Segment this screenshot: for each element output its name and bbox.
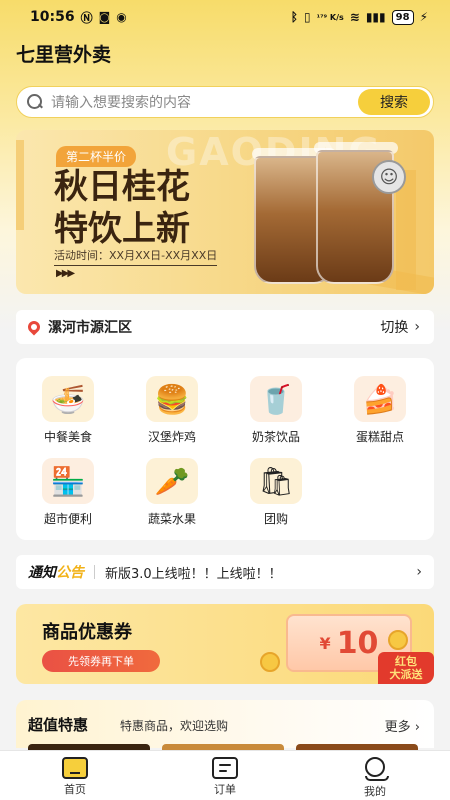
- app-icon-2: ◉: [116, 10, 127, 24]
- home-icon: [62, 757, 88, 779]
- burger-icon: 🍔: [146, 376, 198, 422]
- notice-title-b: 公告: [56, 565, 84, 581]
- tab-orders[interactable]: 订单: [150, 751, 300, 800]
- category-label: 中餐美食: [43, 430, 92, 444]
- banner-title: 秋日桂花 特饮上新: [54, 166, 264, 250]
- category-label: 团购: [263, 512, 288, 526]
- signal-icon: ▮▮▮: [365, 10, 386, 24]
- banner-stripe: [16, 140, 24, 230]
- category-label: 蔬菜水果: [147, 512, 196, 526]
- network-speed: ¹⁷⁹ K/s: [316, 12, 344, 22]
- banner-title-line1: 秋日桂花: [54, 167, 190, 207]
- deals-more-label: 更多: [384, 720, 411, 735]
- cake-icon: 🍰: [354, 376, 406, 422]
- search-icon: [27, 94, 43, 110]
- notice-text: 新版3.0上线啦！！上线啦！！: [105, 566, 282, 582]
- location-pin-icon: [25, 318, 43, 336]
- carrot-icon: 🥕: [146, 458, 198, 504]
- deals-more-link[interactable]: 更多 ›: [385, 716, 420, 735]
- tab-label: 首页: [64, 783, 86, 796]
- category-label: 蛋糕甜点: [355, 430, 404, 444]
- status-bar: 10:56 Ⓝ ◙ ◉ ᛒ ▯ ¹⁷⁹ K/s ≋ ▮▮▮ 98 ⚡: [0, 0, 450, 34]
- noodle-bowl-icon: 🍜: [42, 376, 94, 422]
- banner-tag: 第二杯半价: [56, 146, 137, 167]
- category-label: 奶茶饮品: [251, 430, 300, 444]
- vibrate-icon: ▯: [303, 10, 311, 24]
- special-deals-section: 超值特惠 特惠商品，欢迎选购 更多 ›: [16, 700, 434, 750]
- voucher-currency: ¥: [319, 633, 331, 653]
- tab-label: 我的: [364, 785, 386, 798]
- banner-arrows: ▶▶▶: [56, 268, 75, 279]
- search-input[interactable]: 请输入想要搜索的内容: [51, 92, 358, 112]
- tab-home[interactable]: 首页: [0, 751, 150, 800]
- store-icon: 🏪: [42, 458, 94, 504]
- banner-title-line2: 特饮上新: [54, 209, 190, 249]
- category-grid: 🍜 中餐美食 🍔 汉堡炸鸡 🥤 奶茶饮品 🍰 蛋糕甜点 🏪 超市便利 🥕 蔬菜水…: [16, 358, 434, 540]
- promo-banner[interactable]: GAODING 第二杯半价 秋日桂花 特饮上新 活动时间：XX月XX日-XX月X…: [16, 130, 434, 294]
- profile-icon: [363, 757, 389, 781]
- deals-title: 超值特惠: [28, 716, 89, 734]
- redpack-line2: 大派送: [389, 668, 423, 681]
- search-bar[interactable]: 请输入想要搜索的内容 搜索: [16, 86, 434, 118]
- category-item[interactable]: 🥤 奶茶饮品: [224, 376, 328, 445]
- category-item[interactable]: 🍔 汉堡炸鸡: [120, 376, 224, 445]
- location-bar[interactable]: 漯河市源汇区 切换 ›: [16, 310, 434, 344]
- category-item[interactable]: 🥕 蔬菜水果: [120, 458, 224, 527]
- order-icon: [212, 757, 238, 779]
- notice-divider: [94, 565, 95, 579]
- voucher-amount: 10: [336, 625, 379, 661]
- coin-icon: [260, 652, 280, 672]
- smiley-icon: ☺: [372, 160, 406, 194]
- category-label: 汉堡炸鸡: [147, 430, 196, 444]
- notice-title: 通知公告: [28, 562, 84, 582]
- bluetooth-icon: ᛒ: [290, 10, 298, 24]
- tab-profile[interactable]: 我的: [300, 751, 450, 800]
- coupon-banner[interactable]: 商品优惠券 先领券再下单 ¥ 10 红包 大派送: [16, 604, 434, 684]
- redpack-line1: 红包: [395, 655, 417, 668]
- location-city: 漯河市源汇区: [48, 320, 132, 336]
- wifi-icon: ≋: [349, 10, 360, 24]
- notice-title-a: 通知: [28, 565, 56, 581]
- status-time: 10:56: [30, 9, 75, 25]
- milk-tea-icon: 🥤: [250, 376, 302, 422]
- search-button[interactable]: 搜索: [358, 89, 430, 115]
- shopping-bag-icon: 🛍: [250, 458, 302, 504]
- banner-date: 活动时间：XX月XX日-XX月XX日: [54, 247, 218, 266]
- category-item[interactable]: 🏪 超市便利: [16, 458, 120, 527]
- coupon-title: 商品优惠券: [42, 622, 132, 643]
- tab-label: 订单: [214, 783, 236, 796]
- battery-icon: 98: [391, 9, 414, 25]
- category-label: 超市便利: [43, 512, 92, 526]
- switch-location-button[interactable]: 切换 ›: [380, 317, 420, 337]
- charging-icon: ⚡: [419, 10, 428, 24]
- red-packet-badge: 红包 大派送: [378, 652, 434, 684]
- category-item[interactable]: 🍜 中餐美食: [16, 376, 120, 445]
- switch-label: 切换: [380, 320, 409, 336]
- category-item[interactable]: 🛍 团购: [224, 458, 328, 527]
- app-title: 七里营外卖: [16, 44, 112, 66]
- category-item[interactable]: 🍰 蛋糕甜点: [328, 376, 432, 445]
- nfc-icon: Ⓝ: [80, 10, 93, 25]
- app-icon: ◙: [98, 10, 111, 24]
- deals-subtitle: 特惠商品，欢迎选购: [120, 719, 229, 733]
- coin-icon: [388, 630, 408, 650]
- notice-bar[interactable]: 通知公告 新版3.0上线啦！！上线啦！！ ›: [16, 555, 434, 589]
- chevron-right-icon: ›: [414, 319, 420, 335]
- chevron-right-icon: ›: [416, 564, 422, 580]
- bottom-tab-bar: 首页 订单 我的: [0, 750, 450, 800]
- claim-coupon-button[interactable]: 先领券再下单: [42, 650, 160, 672]
